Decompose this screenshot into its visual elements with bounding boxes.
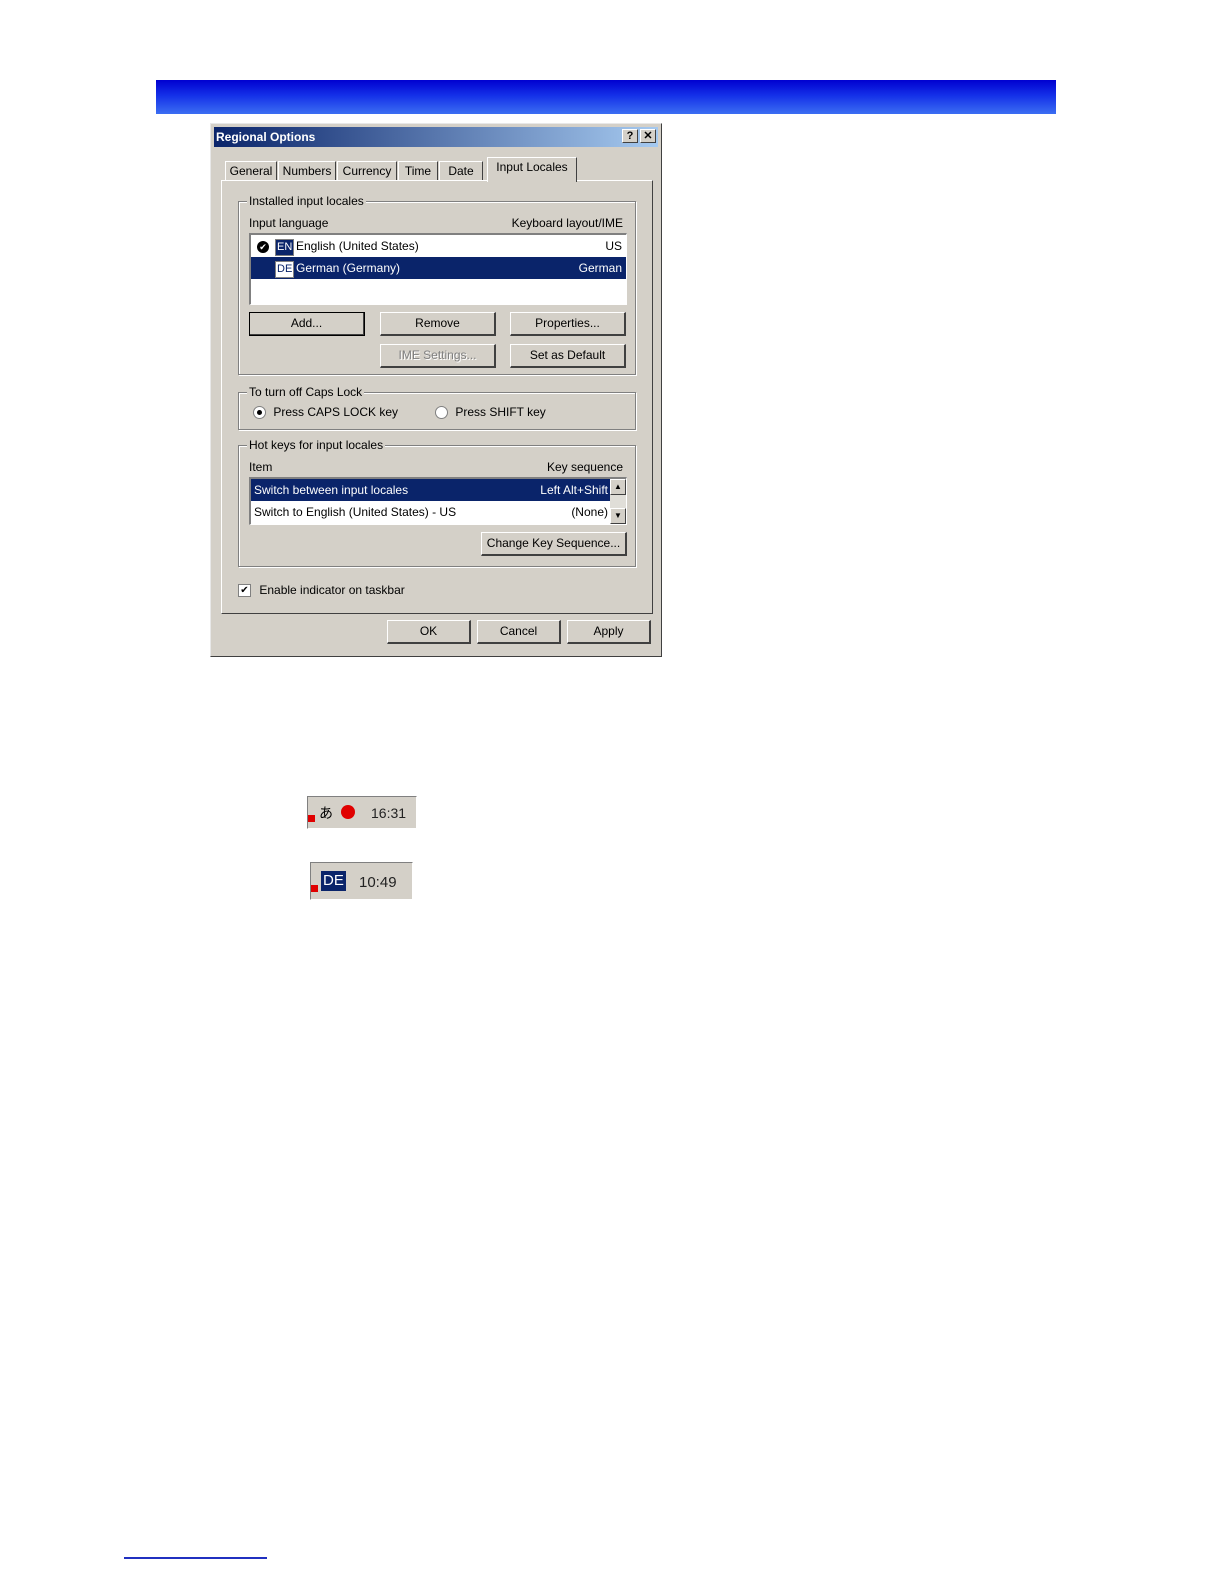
locale-layout: US	[605, 239, 622, 253]
radio-unselected-icon	[435, 406, 448, 420]
regional-options-dialog: Regional Options ? ✕ General Numbers Cur…	[210, 123, 662, 657]
input-locales-panel: Installed input locales Input language K…	[221, 180, 653, 614]
help-button[interactable]: ?	[622, 129, 638, 143]
default-check-icon: ✔	[257, 240, 269, 253]
set-default-button[interactable]: Set as Default	[510, 344, 626, 368]
tray-clock: 10:49	[359, 874, 397, 891]
locale-row-en[interactable]: ✔ EN English (United States) US	[251, 235, 626, 257]
locale-name: English (United States)	[296, 239, 419, 253]
hotkeys-scrollbar[interactable]: ▲ ▼	[610, 479, 626, 524]
en-badge: EN	[275, 239, 295, 256]
key-sequence-header: Key sequence	[546, 460, 623, 474]
apply-button[interactable]: Apply	[567, 620, 651, 644]
tab-input-locales[interactable]: Input Locales	[487, 157, 577, 182]
hotkey-seq: (None)	[571, 505, 608, 519]
change-key-sequence-button[interactable]: Change Key Sequence...	[481, 532, 627, 556]
input-locales-list: ✔ EN English (United States) US DE Germa…	[249, 233, 627, 305]
caps-lock-group: To turn off Caps Lock Press CAPS LOCK ke…	[238, 385, 636, 430]
keyboard-layout-header: Keyboard layout/IME	[511, 216, 623, 230]
ok-button[interactable]: OK	[387, 620, 471, 644]
caps-lock-radio[interactable]: Press CAPS LOCK key	[253, 405, 399, 420]
cancel-button[interactable]: Cancel	[477, 620, 561, 644]
item-header: Item	[249, 460, 273, 474]
checkbox-checked-icon: ✔	[238, 584, 251, 598]
close-button[interactable]: ✕	[640, 129, 656, 143]
tab-numbers[interactable]: Numbers	[278, 161, 336, 181]
dialog-title: Regional Options	[216, 130, 316, 144]
tab-currency[interactable]: Currency	[337, 161, 397, 181]
installed-locales-group: Installed input locales Input language K…	[238, 194, 636, 375]
title-bar[interactable]: Regional Options ? ✕	[214, 127, 658, 147]
ime-settings-button[interactable]: IME Settings...	[380, 344, 496, 368]
footer-rule	[124, 1557, 267, 1559]
radio-selected-icon	[253, 406, 266, 420]
locale-row-de[interactable]: DE German (Germany) German	[251, 257, 626, 279]
taskbar-tray-ime: あ 16:31	[307, 796, 417, 829]
locale-indicator-badge[interactable]: DE	[321, 871, 346, 891]
ime-status-icon[interactable]	[341, 805, 355, 819]
header-banner	[156, 80, 1056, 114]
locale-name: German (Germany)	[296, 261, 401, 275]
caps-lock-label: To turn off Caps Lock	[247, 385, 365, 399]
enable-indicator-label: Enable indicator on taskbar	[259, 583, 405, 597]
hotkey-seq: Left Alt+Shift	[540, 483, 608, 497]
hotkey-item: Switch to English (United States) - US	[254, 505, 457, 519]
remove-button[interactable]: Remove	[380, 312, 496, 336]
de-badge: DE	[275, 261, 295, 278]
installed-locales-label: Installed input locales	[247, 194, 366, 208]
shift-option-label: Press SHIFT key	[455, 405, 546, 419]
red-arrow-icon	[308, 815, 315, 822]
hotkey-row-english[interactable]: Switch to English (United States) - US (…	[251, 501, 610, 523]
hotkey-item: Switch between input locales	[254, 483, 409, 497]
shift-key-radio[interactable]: Press SHIFT key	[435, 405, 546, 420]
locale-layout: German	[578, 261, 622, 275]
add-button[interactable]: Add...	[249, 312, 365, 336]
hotkeys-label: Hot keys for input locales	[247, 438, 386, 452]
ime-mode-icon[interactable]: あ	[319, 803, 333, 823]
scroll-down-icon[interactable]: ▼	[610, 508, 626, 524]
scroll-up-icon[interactable]: ▲	[610, 479, 626, 495]
tab-time[interactable]: Time	[398, 161, 438, 181]
tray-clock: 16:31	[371, 805, 407, 821]
hotkeys-list: Switch between input locales Left Alt+Sh…	[249, 477, 627, 525]
tab-general[interactable]: General	[225, 161, 277, 181]
hotkeys-group: Hot keys for input locales Item Key sequ…	[238, 438, 636, 567]
taskbar-tray-locale: DE 10:49	[310, 862, 413, 900]
enable-indicator-checkbox[interactable]: ✔ Enable indicator on taskbar	[238, 583, 405, 598]
input-language-header: Input language	[249, 216, 329, 230]
hotkey-row-switch[interactable]: Switch between input locales Left Alt+Sh…	[251, 479, 610, 501]
caps-lock-option-label: Press CAPS LOCK key	[273, 405, 399, 419]
tab-date[interactable]: Date	[439, 161, 483, 181]
red-arrow-icon	[311, 885, 318, 892]
properties-button[interactable]: Properties...	[510, 312, 626, 336]
